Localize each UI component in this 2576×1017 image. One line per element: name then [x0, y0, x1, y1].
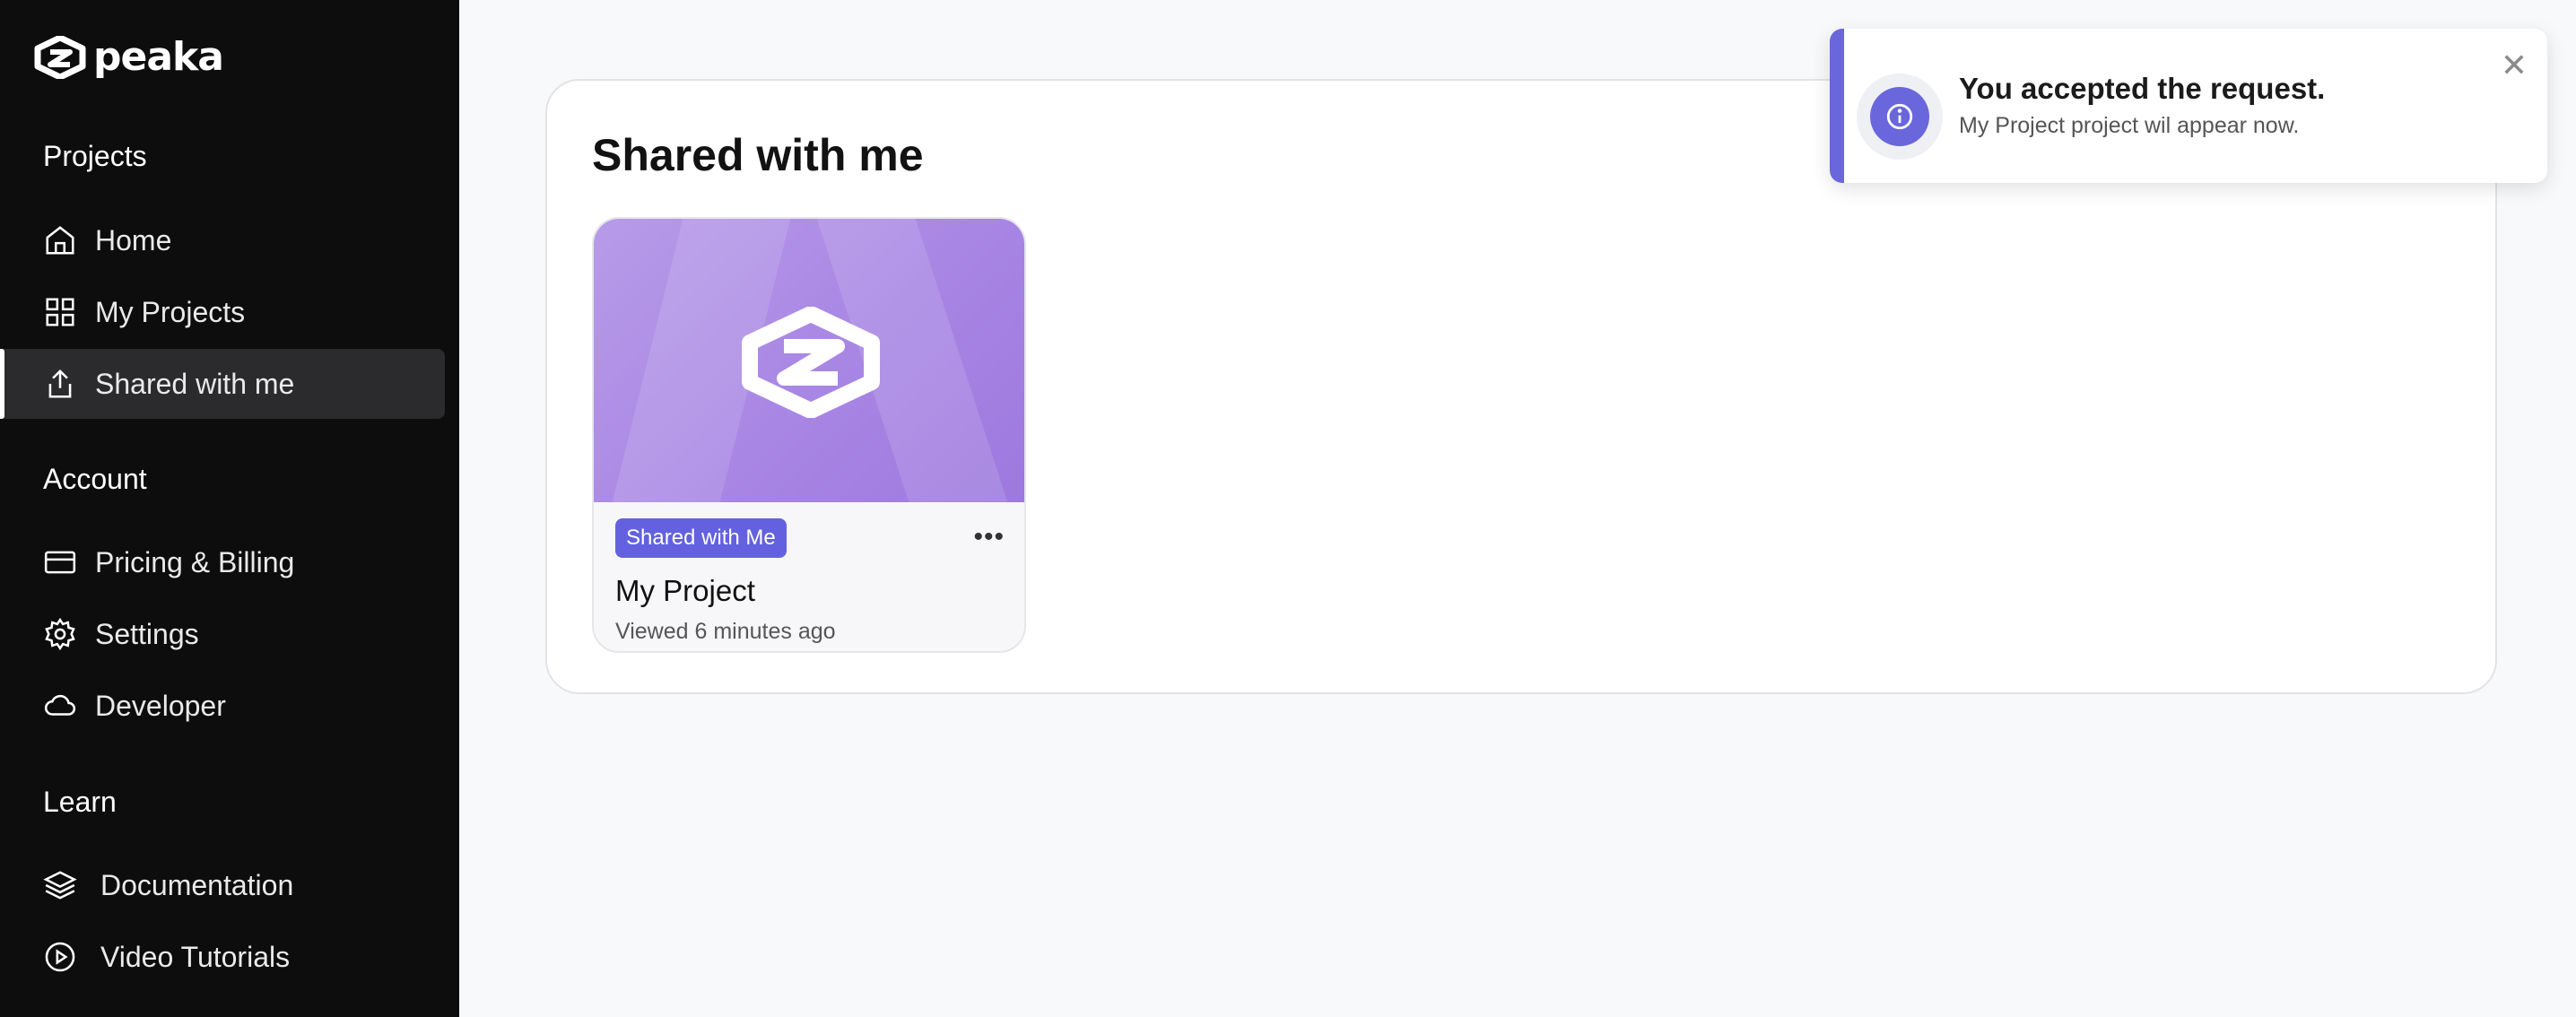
- project-last-viewed: Viewed 6 minutes ago: [615, 619, 836, 644]
- sidebar-item-label: Settings: [95, 617, 199, 650]
- credit-card-icon: [44, 551, 76, 574]
- share-icon: [48, 369, 72, 398]
- sidebar-item-label: Documentation: [100, 868, 294, 901]
- sidebar: peaka Projects Home My Projects Shared w…: [0, 0, 459, 1017]
- toast-accent-bar: [1830, 29, 1844, 183]
- sidebar-item-pricing-billing[interactable]: Pricing & Billing: [43, 527, 445, 597]
- shared-badge: Shared with Me: [615, 518, 787, 558]
- sidebar-item-label: My Projects: [95, 295, 246, 328]
- project-card-body: Shared with Me ••• My Project Viewed 6 m…: [594, 502, 1024, 651]
- page-title: Shared with me: [592, 130, 924, 180]
- sidebar-item-label: Pricing & Billing: [95, 545, 295, 578]
- project-title: My Project: [615, 574, 755, 607]
- sidebar-item-developer[interactable]: Developer: [43, 671, 445, 741]
- logo-text: peaka: [93, 34, 224, 80]
- sidebar-item-settings[interactable]: Settings: [43, 599, 445, 669]
- sidebar-item-shared-with-me[interactable]: Shared with me: [0, 349, 445, 419]
- peaka-logo-icon: [742, 307, 880, 418]
- grid-icon: [46, 298, 74, 326]
- sidebar-item-my-projects[interactable]: My Projects: [43, 277, 445, 347]
- toast-message: My Project project wil appear now.: [1959, 113, 2300, 138]
- sidebar-item-documentation[interactable]: Documentation: [43, 850, 445, 920]
- toast-notification: You accepted the request. My Project pro…: [1830, 29, 2547, 183]
- peaka-logo-icon: [34, 35, 86, 79]
- sidebar-item-label: Developer: [95, 689, 226, 722]
- sidebar-item-label: Video Tutorials: [100, 940, 291, 973]
- toast-title: You accepted the request.: [1959, 72, 2326, 105]
- sidebar-item-home[interactable]: Home: [43, 205, 445, 275]
- sidebar-item-video-tutorials[interactable]: Video Tutorials: [43, 922, 445, 992]
- play-circle-icon: [45, 942, 75, 972]
- project-thumbnail: [594, 219, 1024, 502]
- home-icon: [46, 226, 74, 255]
- more-options-icon[interactable]: •••: [973, 522, 1005, 552]
- section-title-account: Account: [43, 463, 147, 495]
- toast-icon-container: [1857, 74, 1943, 160]
- cloud-icon: [44, 694, 76, 716]
- layers-icon: [43, 871, 77, 900]
- sidebar-item-label: Home: [95, 223, 172, 256]
- section-title-projects: Projects: [43, 140, 147, 172]
- project-card[interactable]: Shared with Me ••• My Project Viewed 6 m…: [592, 217, 1026, 653]
- peaka-logo[interactable]: peaka: [34, 34, 224, 80]
- info-icon: [1870, 87, 1929, 146]
- gear-icon: [45, 617, 75, 651]
- close-icon[interactable]: ✕: [2501, 47, 2528, 84]
- sidebar-item-label: Shared with me: [95, 367, 295, 400]
- section-title-learn: Learn: [43, 786, 117, 818]
